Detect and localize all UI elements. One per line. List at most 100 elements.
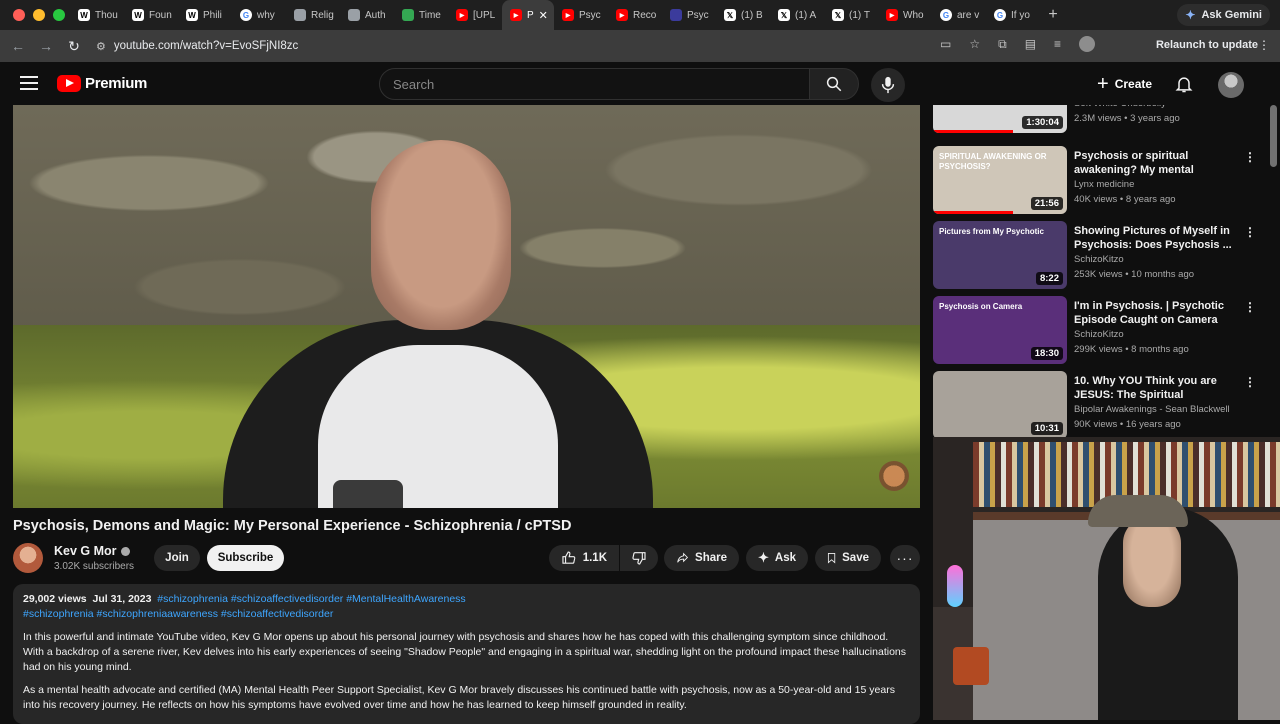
ask-button[interactable]: ✦ Ask — [746, 545, 808, 571]
youtube-header: Premium Search + Create — [0, 62, 1280, 106]
forward-arrow-icon[interactable]: → — [32, 38, 60, 54]
browser-tab[interactable]: Relig — [286, 0, 340, 30]
browser-tab[interactable]: 𝕏 (1) A — [770, 0, 824, 30]
browser-tab[interactable]: Gare v — [932, 0, 986, 30]
minimize-window-button[interactable] — [33, 9, 45, 21]
notifications-bell-icon[interactable] — [1174, 74, 1194, 94]
recommended-video-title[interactable]: Psychosis or spiritual awakening? My men… — [1074, 149, 1239, 177]
channel-watermark-icon[interactable] — [879, 461, 909, 491]
bookmark-star-icon[interactable]: ☆ — [969, 37, 980, 51]
create-button[interactable]: + Create — [1085, 69, 1164, 99]
youtube-logo[interactable]: Premium — [57, 75, 147, 92]
browser-tab[interactable]: Auth — [340, 0, 394, 30]
recommended-video-title[interactable]: I'm in Psychosis. | Psychotic Episode Ca… — [1074, 299, 1239, 327]
google-icon: G — [994, 9, 1006, 21]
recommended-channel-name[interactable]: SchizoKitzo — [1074, 329, 1124, 340]
video-thumbnail[interactable]: SPIRITUAL AWAKENING OR PSYCHOSIS? 21:56 — [933, 146, 1067, 214]
search-input[interactable]: Search — [379, 68, 817, 100]
dislike-button[interactable] — [620, 545, 658, 571]
thumbnail-caption: Psychosis on Camera — [939, 302, 1023, 311]
sidebar-scrollbar[interactable] — [1270, 105, 1277, 167]
subscribe-button[interactable]: Subscribe — [207, 545, 284, 571]
omnibox[interactable]: ⚙ youtube.com/watch?v=EvoSFjNI8zc — [96, 34, 996, 58]
browser-tab[interactable]: W Thou — [70, 0, 124, 30]
video-thumbnail[interactable]: 10:31 — [933, 371, 1067, 439]
webcam-person-face — [1123, 517, 1181, 607]
browser-tab-label: Auth — [365, 9, 386, 21]
join-button[interactable]: Join — [154, 545, 200, 571]
voice-search-button[interactable] — [871, 68, 905, 102]
recommended-video[interactable]: 10:31 10. Why YOU Think you are JESUS: Th… — [933, 371, 1263, 439]
browser-tab[interactable]: 𝕏 (1) T — [824, 0, 878, 30]
recommended-video-title[interactable]: 10. Why YOU Think you are JESUS: The Spi… — [1074, 374, 1239, 402]
video-options-icon[interactable]: ⋮ — [1244, 150, 1256, 164]
chrome-menu-icon[interactable]: ⋮ — [1258, 38, 1270, 52]
browser-tab[interactable]: Gwhy — [232, 0, 286, 30]
extensions-icon[interactable]: ⧉ — [998, 37, 1007, 52]
site-info-icon[interactable]: ⚙ — [96, 40, 106, 53]
recommended-channel-name[interactable]: Lynx medicine — [1074, 179, 1134, 190]
browser-tab[interactable]: ▶ Who — [878, 0, 932, 30]
browser-tab[interactable]: ▶ Psyc — [554, 0, 608, 30]
video-player[interactable] — [13, 105, 920, 508]
video-thumbnail[interactable]: Pictures from My Psychotic 8:22 — [933, 221, 1067, 289]
browser-tab[interactable]: G If yo — [986, 0, 1040, 30]
webcam-overlay — [933, 437, 1280, 720]
close-window-button[interactable] — [13, 9, 25, 21]
logo-text: Premium — [85, 75, 148, 92]
side-panel-icon[interactable]: ▤ — [1025, 37, 1036, 51]
recommended-video-title[interactable]: Showing Pictures of Myself in Psychosis:… — [1074, 224, 1239, 252]
channel-avatar[interactable] — [13, 543, 43, 573]
video-options-icon[interactable]: ⋮ — [1244, 225, 1256, 239]
relaunch-button[interactable]: Relaunch to update — [1156, 39, 1258, 51]
recommended-video[interactable]: Psychosis on Camera 18:30 I'm in Psychosis… — [933, 296, 1263, 364]
hashtag-line-2[interactable]: #schizophrenia #schizophreniaawareness #… — [23, 608, 333, 620]
maximize-window-button[interactable] — [53, 9, 65, 21]
video-thumbnail[interactable]: Psychosis on Camera 18:30 — [933, 296, 1067, 364]
more-actions-icon[interactable]: ··· — [890, 545, 920, 571]
recommended-video-meta: 253K views • 10 months ago — [1074, 269, 1195, 280]
profile-avatar[interactable] — [1079, 36, 1096, 52]
youtube-icon: ▶ — [562, 9, 574, 21]
recommended-video[interactable]: SPIRITUAL AWAKENING OR PSYCHOSIS? 21:56 Ps… — [933, 146, 1263, 214]
recommended-video[interactable]: 1:30:04 Soft White Underbelly 2.3M views •… — [933, 105, 1263, 133]
wikipedia-icon: W — [78, 9, 90, 21]
url-text[interactable]: youtube.com/watch?v=EvoSFjNI8zc — [114, 40, 298, 52]
recommended-channel-name[interactable]: Bipolar Awakenings - Sean Blackwell — [1074, 404, 1230, 415]
hashtag-line-1[interactable]: #schizophrenia #schizoaffectivedisorder … — [157, 593, 465, 605]
browser-tab[interactable]: W Foun — [124, 0, 178, 30]
browser-tab[interactable]: Time — [394, 0, 448, 30]
description-box[interactable]: 29,002 views Jul 31, 2023 #schizophrenia… — [13, 584, 920, 724]
search-button[interactable] — [809, 68, 859, 100]
cast-icon[interactable]: ▭ — [940, 37, 951, 51]
browser-tab[interactable]: ▶ [UPL — [448, 0, 502, 30]
save-button[interactable]: Save — [815, 545, 881, 571]
close-tab-icon[interactable]: ✕ — [539, 9, 548, 22]
verified-badge-icon — [120, 546, 130, 556]
thumbs-down-icon — [632, 552, 646, 565]
video-options-icon[interactable]: ⋮ — [1244, 375, 1256, 389]
back-arrow-icon[interactable]: ← — [4, 38, 32, 54]
reading-list-icon[interactable]: ≡ — [1054, 37, 1061, 51]
browser-tab[interactable]: ▶ P ✕ — [502, 0, 554, 30]
ask-gemini-button[interactable]: ✦ Ask Gemini — [1177, 4, 1270, 26]
recommended-channel-name[interactable]: SchizoKitzo — [1074, 254, 1124, 265]
video-thumbnail[interactable]: 1:30:04 — [933, 105, 1067, 133]
recommended-channel-name[interactable]: Soft White Underbelly — [1074, 105, 1166, 109]
browser-tab[interactable]: 𝕏 (1) B — [716, 0, 770, 30]
reload-icon[interactable]: ↻ — [60, 38, 88, 55]
thumbnail-caption: Pictures from My Psychotic — [939, 227, 1044, 236]
new-tab-button[interactable]: + — [1040, 6, 1066, 24]
recommended-video[interactable]: Pictures from My Psychotic 8:22 Showing Pi… — [933, 221, 1263, 289]
browser-tab[interactable]: ▶ Reco — [608, 0, 662, 30]
save-label: Save — [842, 552, 869, 564]
share-button[interactable]: Share — [664, 545, 739, 571]
browser-tab[interactable]: W Phili — [178, 0, 232, 30]
channel-name: Kev G Mor — [54, 544, 117, 558]
browser-tab[interactable]: Psyc — [662, 0, 716, 30]
menu-icon[interactable] — [20, 76, 38, 90]
like-button[interactable]: 1.1K — [549, 545, 619, 571]
video-options-icon[interactable]: ⋮ — [1244, 300, 1256, 314]
channel-name-link[interactable]: Kev G Mor — [54, 544, 130, 558]
account-avatar[interactable] — [1218, 72, 1244, 98]
